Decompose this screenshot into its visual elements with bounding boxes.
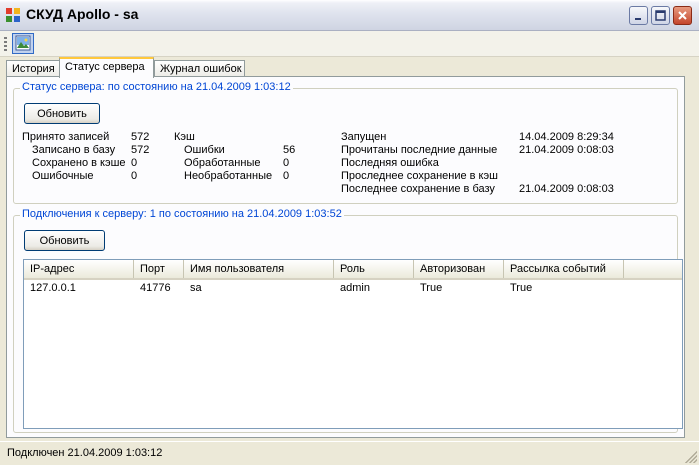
tab-label: Журнал ошибок (160, 63, 242, 75)
tab-label: Статус сервера (65, 61, 145, 73)
column-header-role[interactable]: Роль (334, 260, 414, 278)
tab-history[interactable]: История (6, 60, 60, 77)
status-text: Подключен 21.04.2009 1:03:12 (7, 447, 163, 459)
minimize-button[interactable] (629, 6, 648, 25)
written-value: 572 (131, 144, 150, 156)
toolbar (0, 31, 699, 57)
app-icon (6, 8, 20, 22)
connections-list[interactable]: IP-адрес Порт Имя пользователя Роль Авто… (23, 259, 683, 429)
table-row[interactable]: 127.0.0.1 41776 sa admin True True (24, 280, 682, 296)
last-error-label: Последняя ошибка (341, 157, 439, 169)
maximize-button[interactable] (651, 6, 670, 25)
connections-list-header: IP-адрес Порт Имя пользователя Роль Авто… (24, 260, 682, 280)
toolbar-grip[interactable] (4, 37, 7, 51)
column-header-username[interactable]: Имя пользователя (184, 260, 334, 278)
title-bar[interactable]: СКУД Apollo - sa (0, 0, 699, 31)
close-button[interactable] (673, 6, 692, 25)
minimize-icon (635, 18, 641, 20)
unprocessed-label: Необработанные (184, 170, 273, 182)
cell-ip: 127.0.0.1 (30, 282, 76, 294)
maximize-icon (655, 10, 666, 21)
processed-value: 0 (283, 157, 290, 169)
started-label: Запущен (341, 131, 387, 143)
errors-value: 56 (283, 144, 296, 156)
cell-event-broadcast: True (510, 282, 533, 294)
erroneous-label: Ошибочные (32, 170, 94, 182)
processed-label: Обработанные (184, 157, 261, 169)
server-status-legend: Статус сервера: по состоянию на 21.04.20… (20, 81, 293, 93)
cache-label: Кэш (174, 131, 195, 143)
last-cache-save-label: Проследнее сохранение в кэш (341, 170, 498, 182)
last-db-save-label: Последнее сохранение в базу (341, 183, 495, 195)
image-icon (15, 35, 31, 51)
received-value: 572 (131, 131, 150, 143)
erroneous-value: 0 (131, 170, 138, 182)
cell-authorized: True (420, 282, 443, 294)
started-value: 14.04.2009 8:29:34 (519, 131, 614, 143)
cell-port: 41776 (140, 282, 171, 294)
last-read-value: 21.04.2009 0:08:03 (519, 144, 614, 156)
status-bar: Подключен 21.04.2009 1:03:12 (0, 441, 699, 465)
toolbar-image-button[interactable] (12, 33, 34, 54)
cell-username: sa (190, 282, 202, 294)
server-status-panel: Статус сервера: по состоянию на 21.04.20… (6, 76, 685, 438)
main-window: СКУД Apollo - sa История Статус сервера … (0, 0, 699, 465)
cell-role: admin (340, 282, 370, 294)
written-label: Записано в базу (32, 144, 116, 156)
saved-cache-value: 0 (131, 157, 138, 169)
tab-server-status[interactable]: Статус сервера (59, 57, 154, 78)
connections-legend: Подключения к серверу: 1 по состоянию на… (20, 208, 344, 220)
last-db-save-value: 21.04.2009 0:08:03 (519, 183, 614, 195)
close-icon (678, 11, 687, 20)
connections-refresh-button[interactable]: Обновить (24, 230, 105, 251)
server-status-refresh-button[interactable]: Обновить (24, 103, 100, 124)
tab-error-log[interactable]: Журнал ошибок (154, 60, 245, 77)
column-header-port[interactable]: Порт (134, 260, 184, 278)
tab-label: История (12, 63, 55, 75)
resize-grip[interactable] (685, 451, 697, 463)
unprocessed-value: 0 (283, 170, 290, 182)
errors-label: Ошибки (184, 144, 225, 156)
column-header-event-broadcast[interactable]: Рассылка событий (504, 260, 624, 278)
column-header-ip[interactable]: IP-адрес (24, 260, 134, 278)
last-read-label: Прочитаны последние данные (341, 144, 498, 156)
column-header-authorized[interactable]: Авторизован (414, 260, 504, 278)
window-title: СКУД Apollo - sa (26, 6, 139, 22)
received-label: Принято записей (22, 131, 110, 143)
saved-cache-label: Сохранено в кэше (32, 157, 126, 169)
